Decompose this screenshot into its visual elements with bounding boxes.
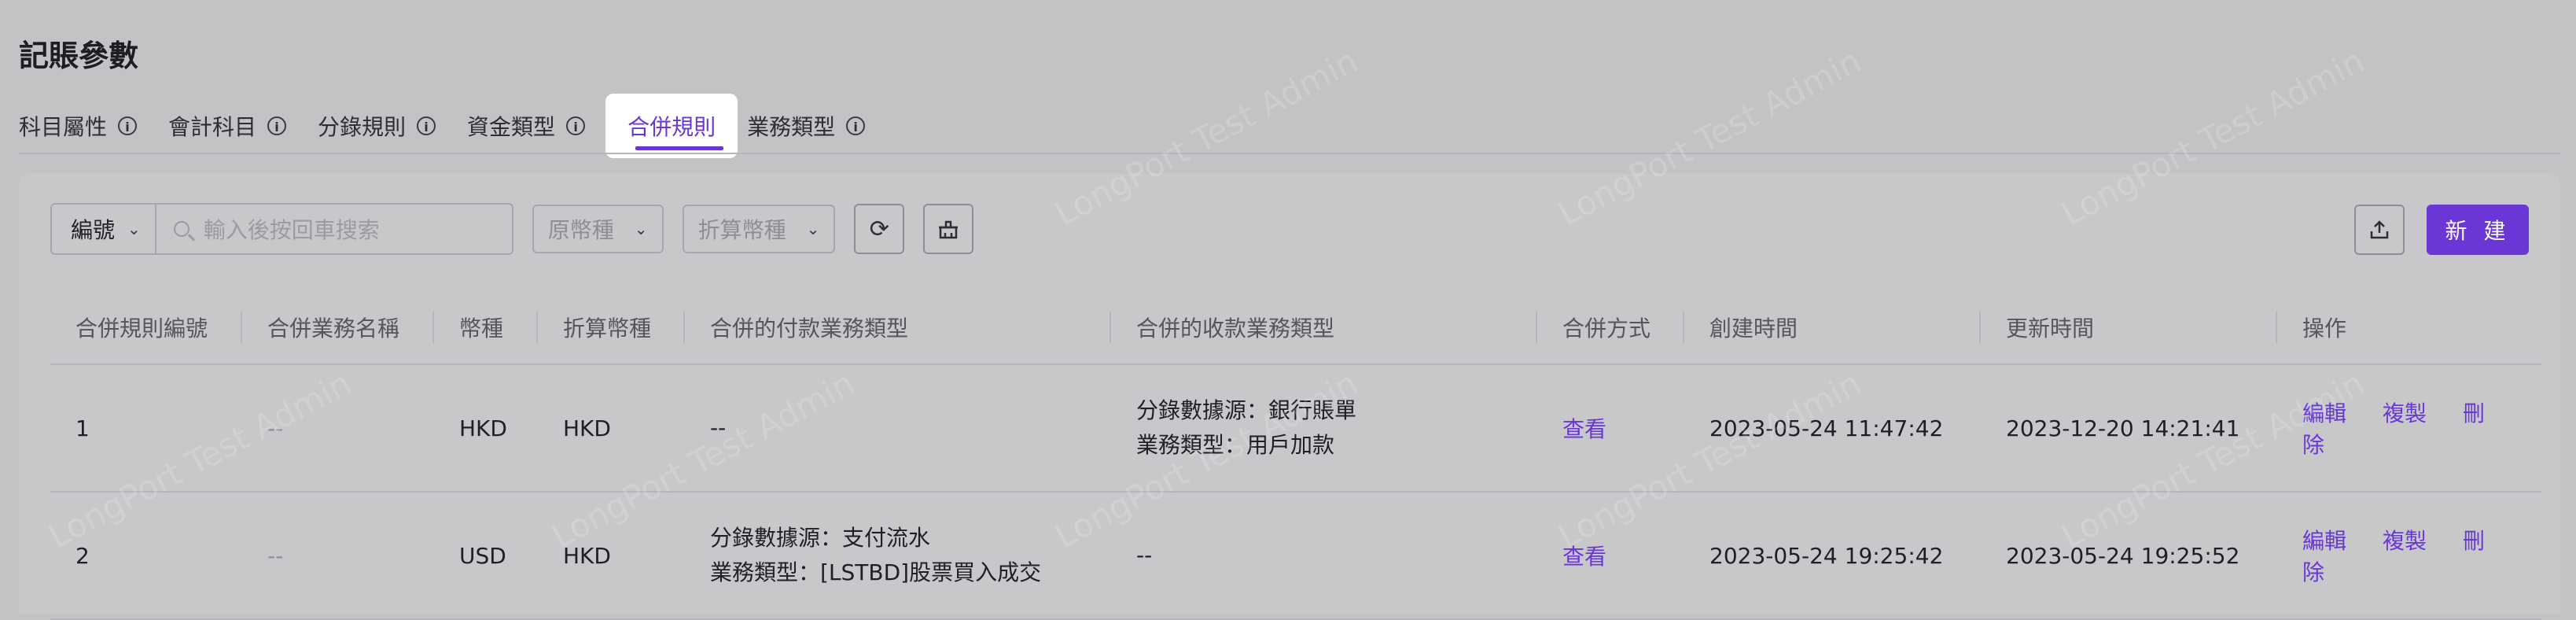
col-merge-method: 合併方式 <box>1537 291 1684 365</box>
col-receive-type: 合併的收款業務類型 <box>1111 291 1537 365</box>
col-updated-time: 更新時間 <box>1981 291 2277 365</box>
tab-accounting-subject[interactable]: 會計科目 i <box>168 110 287 142</box>
converted-currency-select[interactable]: 折算幣種 ⌄ <box>682 205 836 253</box>
new-button[interactable]: 新 建 <box>2427 205 2529 255</box>
filter-toolbar: 編號 ⌄ 輸入後按回車搜索 原幣種 ⌄ 折算幣種 ⌄ ⟳ <box>50 203 974 255</box>
search-group: 編號 ⌄ 輸入後按回車搜索 <box>50 203 513 255</box>
cell-currency: HKD <box>434 364 538 493</box>
original-currency-placeholder: 原幣種 <box>547 217 614 243</box>
tab-label: 分錄規則 <box>318 114 407 140</box>
tab-fund-type[interactable]: 資金類型 i <box>467 110 586 142</box>
info-icon[interactable]: i <box>118 116 138 135</box>
clear-icon <box>939 220 959 239</box>
info-icon[interactable]: i <box>267 116 287 135</box>
edit-link[interactable]: 編輯 <box>2302 400 2346 426</box>
table-header-row: 合併規則編號 合併業務名稱 幣種 折算幣種 合併的付款業務類型 合併的收款業務類… <box>50 291 2541 365</box>
converted-currency-placeholder: 折算幣種 <box>697 217 786 243</box>
original-currency-select[interactable]: 原幣種 ⌄ <box>532 205 664 253</box>
info-icon[interactable]: i <box>417 116 436 135</box>
clear-filter-button[interactable] <box>923 204 974 254</box>
cell-merge-method: 查看 <box>1537 364 1684 493</box>
tab-divider <box>19 153 2560 154</box>
table-row: 2 -- USD HKD 分錄數據源：支付流水 業務類型：[LSTBD]股票買入… <box>50 492 2541 620</box>
cell-updated-time: 2023-12-20 14:21:41 <box>1981 364 2277 493</box>
cell-created-time: 2023-05-24 19:25:42 <box>1684 492 1981 620</box>
tab-entry-rules[interactable]: 分錄規則 i <box>318 110 436 142</box>
col-currency: 幣種 <box>434 291 538 365</box>
copy-link[interactable]: 複製 <box>2383 528 2427 554</box>
col-actions: 操作 <box>2277 291 2541 365</box>
edit-link[interactable]: 編輯 <box>2302 528 2346 554</box>
search-input[interactable]: 輸入後按回車搜索 <box>156 205 512 253</box>
page-title: 記賬參數 <box>19 39 139 73</box>
cell-updated-time: 2023-05-24 19:25:52 <box>1981 492 2277 620</box>
cell-receive-type: -- <box>1111 492 1537 620</box>
view-link[interactable]: 查看 <box>1562 544 1606 570</box>
col-pay-type: 合併的付款業務類型 <box>685 291 1111 365</box>
cell-pay-type: -- <box>685 364 1111 493</box>
view-link[interactable]: 查看 <box>1562 416 1606 442</box>
tab-label: 會計科目 <box>168 114 257 140</box>
col-converted-currency: 折算幣種 <box>538 291 685 365</box>
chevron-down-icon: ⌄ <box>127 220 141 238</box>
search-placeholder: 輸入後按回車搜索 <box>203 217 380 243</box>
tab-label: 科目屬性 <box>19 114 108 140</box>
cell-actions: 編輯 複製 刪除 <box>2277 364 2541 493</box>
col-rule-id: 合併規則編號 <box>50 291 242 365</box>
cell-merge-method: 查看 <box>1537 492 1684 620</box>
refresh-button[interactable]: ⟳ <box>854 204 905 254</box>
cell-pay-type: 分錄數據源：支付流水 業務類型：[LSTBD]股票買入成交 <box>685 492 1111 620</box>
cell-created-time: 2023-05-24 11:47:42 <box>1684 364 1981 493</box>
copy-link[interactable]: 複製 <box>2383 400 2427 426</box>
table-row: 1 -- HKD HKD -- 分錄數據源：銀行賬單 業務類型：用戶加款 查看 … <box>50 364 2541 493</box>
search-field-value: 編號 <box>71 217 116 243</box>
info-icon[interactable]: i <box>566 116 586 135</box>
search-icon <box>173 221 190 237</box>
cell-business-name: -- <box>242 492 434 620</box>
active-tab-indicator <box>635 146 723 150</box>
right-toolbar: 新 建 <box>2354 205 2529 255</box>
cell-actions: 編輯 複製 刪除 <box>2277 492 2541 620</box>
chevron-down-icon: ⌄ <box>806 220 820 238</box>
cell-rule-id: 1 <box>50 364 242 493</box>
col-created-time: 創建時間 <box>1684 291 1981 365</box>
tab-label: 資金類型 <box>467 114 556 140</box>
tab-label: 合併規則 <box>627 114 716 140</box>
tab-account-attribute[interactable]: 科目屬性 i <box>19 110 138 142</box>
tab-business-type[interactable]: 業務類型 i <box>747 110 866 142</box>
cell-converted-currency: HKD <box>538 492 685 620</box>
refresh-icon: ⟳ <box>869 215 889 243</box>
col-business-name: 合併業務名稱 <box>242 291 434 365</box>
cell-receive-type: 分錄數據源：銀行賬單 業務類型：用戶加款 <box>1111 364 1537 493</box>
export-icon <box>2370 220 2389 239</box>
export-button[interactable] <box>2354 205 2405 255</box>
search-field-select[interactable]: 編號 ⌄ <box>52 205 156 253</box>
chevron-down-icon: ⌄ <box>634 220 648 238</box>
info-icon[interactable]: i <box>846 116 866 135</box>
tab-bar: 科目屬性 i 會計科目 i 分錄規則 i 資金類型 i 合併規則 業務類型 i <box>19 94 896 158</box>
cell-converted-currency: HKD <box>538 364 685 493</box>
content-panel: 編號 ⌄ 輸入後按回車搜索 原幣種 ⌄ 折算幣種 ⌄ ⟳ 新 建 合併規則編號 … <box>19 173 2560 620</box>
cell-currency: USD <box>434 492 538 620</box>
cell-business-name: -- <box>242 364 434 493</box>
tab-label: 業務類型 <box>747 114 836 140</box>
merge-rules-table: 合併規則編號 合併業務名稱 幣種 折算幣種 合併的付款業務類型 合併的收款業務類… <box>50 291 2541 620</box>
cell-rule-id: 2 <box>50 492 242 620</box>
